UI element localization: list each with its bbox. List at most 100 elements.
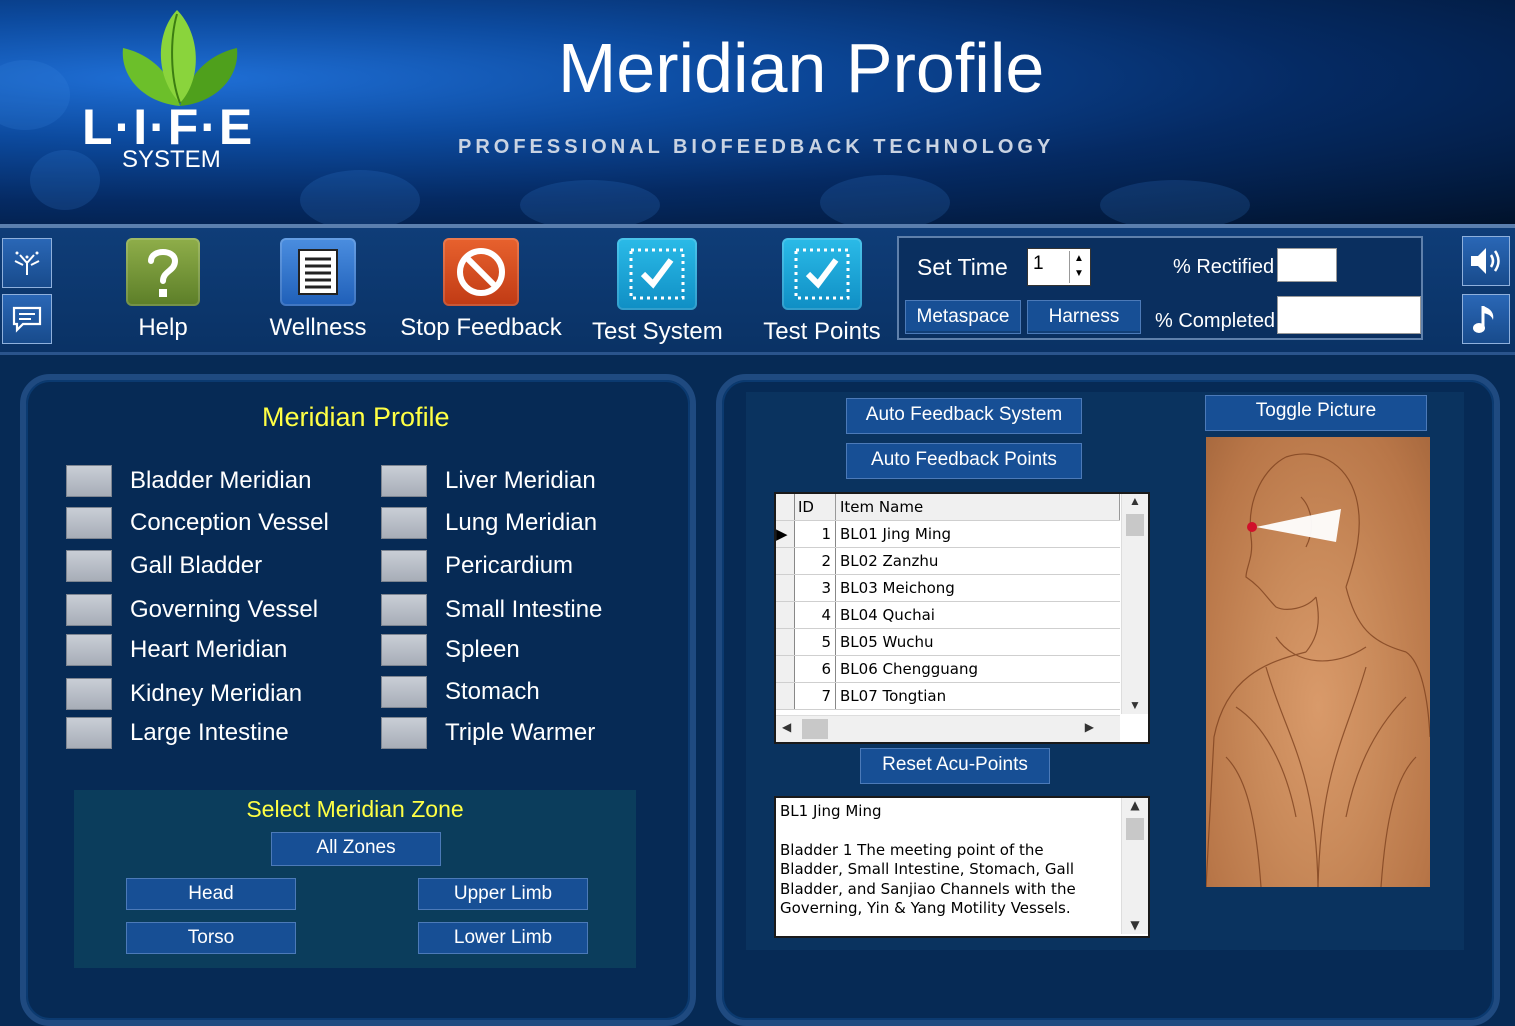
auto-feedback-system-button[interactable]: Auto Feedback System bbox=[846, 398, 1082, 434]
row-id: 5 bbox=[794, 628, 836, 656]
test-system-button[interactable]: Test System bbox=[592, 238, 723, 346]
sparkle-button[interactable] bbox=[2, 238, 52, 288]
meridian-checkbox[interactable] bbox=[66, 717, 112, 749]
meridian-checkbox-row[interactable]: Gall Bladder bbox=[66, 550, 262, 582]
page-title: Meridian Profile bbox=[558, 29, 1045, 107]
meridian-checkbox-row[interactable]: Lung Meridian bbox=[381, 507, 597, 539]
table-row[interactable]: 7 BL07 Tongtian bbox=[776, 682, 1120, 710]
meridian-checkbox[interactable] bbox=[66, 594, 112, 626]
meridian-checkbox[interactable] bbox=[66, 550, 112, 582]
lower-limb-zone-button[interactable]: Lower Limb bbox=[418, 922, 588, 954]
row-id: 3 bbox=[794, 574, 836, 602]
meridian-checkbox-row[interactable]: Governing Vessel bbox=[66, 594, 318, 626]
meridian-checkbox-row[interactable]: Conception Vessel bbox=[66, 507, 329, 539]
reset-acu-points-button[interactable]: Reset Acu-Points bbox=[860, 748, 1050, 784]
torso-zone-button[interactable]: Torso bbox=[126, 922, 296, 954]
sound-button[interactable] bbox=[1462, 236, 1510, 286]
meridian-checkbox-row[interactable]: Heart Meridian bbox=[66, 634, 287, 666]
meridian-checkbox[interactable] bbox=[66, 465, 112, 497]
meridian-label: Liver Meridian bbox=[445, 467, 596, 494]
meridian-checkbox-row[interactable]: Kidney Meridian bbox=[66, 678, 302, 710]
meridian-checkbox-row[interactable]: Bladder Meridian bbox=[66, 465, 311, 497]
table-row[interactable]: 6 BL06 Chengguang bbox=[776, 655, 1120, 683]
toolbar: Help Wellness Stop Feedback Test System … bbox=[0, 224, 1515, 355]
meridian-checkbox[interactable] bbox=[381, 465, 427, 497]
help-label: Help bbox=[138, 314, 188, 341]
set-time-stepper[interactable]: 1 ▲ ▼ bbox=[1027, 248, 1091, 286]
meridian-checkbox[interactable] bbox=[66, 634, 112, 666]
table-row[interactable]: 3 BL03 Meichong bbox=[776, 574, 1120, 602]
speech-bubble-icon bbox=[12, 306, 42, 333]
meridian-checkbox[interactable] bbox=[381, 550, 427, 582]
meridian-label: Small Intestine bbox=[445, 596, 603, 623]
scroll-left-icon[interactable]: ◀ bbox=[782, 720, 791, 734]
meridian-panel-title: Meridian Profile bbox=[262, 402, 450, 432]
scroll-down-icon[interactable]: ▼ bbox=[1122, 698, 1148, 712]
table-row[interactable]: 5 BL05 Wuchu bbox=[776, 628, 1120, 656]
meridian-checkbox[interactable] bbox=[381, 676, 427, 708]
row-id: 6 bbox=[794, 655, 836, 683]
head-zone-button[interactable]: Head bbox=[126, 878, 296, 910]
meridian-checkbox[interactable] bbox=[381, 507, 427, 539]
meridian-label: Kidney Meridian bbox=[130, 680, 303, 707]
scroll-thumb[interactable] bbox=[802, 719, 828, 739]
id-column-header: ID bbox=[794, 494, 836, 521]
description-scrollbar[interactable]: ▲ ▼ bbox=[1121, 798, 1148, 934]
meridian-checkbox-row[interactable]: Triple Warmer bbox=[381, 717, 595, 749]
scroll-down-icon[interactable]: ▼ bbox=[1122, 918, 1148, 932]
meridian-profile-panel: Meridian Profile Bladder Meridian Concep… bbox=[20, 374, 696, 1026]
auto-feedback-points-button[interactable]: Auto Feedback Points bbox=[846, 443, 1082, 479]
wellness-label: Wellness bbox=[269, 314, 367, 341]
table-row[interactable]: 2 BL02 Zanzhu bbox=[776, 547, 1120, 575]
meridian-zone-box: Select Meridian Zone All Zones Head Uppe… bbox=[74, 790, 636, 968]
message-button[interactable] bbox=[2, 294, 52, 344]
test-points-button[interactable]: Test Points bbox=[762, 238, 882, 346]
scroll-up-icon[interactable]: ▲ bbox=[1122, 494, 1148, 508]
scroll-thumb[interactable] bbox=[1126, 514, 1144, 536]
row-name: BL05 Wuchu bbox=[835, 628, 1120, 656]
grid-horizontal-scrollbar[interactable]: ◀ ▶ bbox=[776, 715, 1120, 742]
table-row[interactable]: ▶ 1 BL01 Jing Ming bbox=[776, 520, 1120, 548]
timer-panel: Set Time 1 ▲ ▼ % Rectified Metaspace Harn… bbox=[897, 236, 1423, 340]
meridian-checkbox[interactable] bbox=[381, 634, 427, 666]
wellness-button[interactable]: Wellness bbox=[268, 238, 368, 342]
meridian-checkbox[interactable] bbox=[66, 678, 112, 710]
scroll-thumb[interactable] bbox=[1126, 818, 1144, 840]
logo-leaves-icon bbox=[122, 10, 238, 106]
meridian-checkbox[interactable] bbox=[66, 507, 112, 539]
meridian-checkbox[interactable] bbox=[381, 594, 427, 626]
meridian-checkbox-row[interactable]: Spleen bbox=[381, 634, 520, 666]
harness-button[interactable]: Harness bbox=[1027, 300, 1141, 334]
meridian-checkbox-row[interactable]: Liver Meridian bbox=[381, 465, 596, 497]
zone-title: Select Meridian Zone bbox=[246, 796, 464, 822]
scroll-up-icon[interactable]: ▲ bbox=[1122, 798, 1148, 812]
acu-point-description[interactable]: BL1 Jing Ming Bladder 1 The meeting poin… bbox=[774, 796, 1150, 938]
music-note-icon bbox=[1473, 306, 1494, 333]
row-selector bbox=[776, 601, 795, 629]
row-selector-header bbox=[776, 494, 795, 521]
help-button[interactable]: Help bbox=[122, 238, 204, 342]
completed-label: % Completed bbox=[1155, 310, 1276, 332]
anatomy-illustration-icon bbox=[1206, 453, 1430, 887]
scroll-right-icon[interactable]: ▶ bbox=[1085, 720, 1094, 734]
stop-feedback-button[interactable]: Stop Feedback bbox=[398, 238, 564, 342]
test-points-label: Test Points bbox=[763, 318, 881, 345]
grid-vertical-scrollbar[interactable]: ▲ ▼ bbox=[1121, 494, 1148, 714]
meridian-checkbox-row[interactable]: Stomach bbox=[381, 676, 540, 708]
upper-limb-zone-button[interactable]: Upper Limb bbox=[418, 878, 588, 910]
row-name: BL02 Zanzhu bbox=[835, 547, 1120, 575]
stepper-arrows-icon[interactable]: ▲ ▼ bbox=[1069, 251, 1088, 283]
metaspace-button[interactable]: Metaspace bbox=[905, 300, 1021, 334]
rectified-label: % Rectified bbox=[1173, 256, 1275, 278]
meridian-checkbox[interactable] bbox=[381, 717, 427, 749]
music-button[interactable] bbox=[1462, 294, 1510, 344]
meridian-checkbox-row[interactable]: Pericardium bbox=[381, 550, 573, 582]
row-name: BL07 Tongtian bbox=[835, 682, 1120, 710]
table-row[interactable]: 4 BL04 Quchai bbox=[776, 601, 1120, 629]
all-zones-button[interactable]: All Zones bbox=[271, 832, 441, 866]
meridian-checkbox-row[interactable]: Large Intestine bbox=[66, 717, 289, 749]
acu-points-grid[interactable]: ID Item Name ▶ 1 BL01 Jing Ming 2 BL02 Zanz… bbox=[774, 492, 1150, 744]
meridian-label: Conception Vessel bbox=[130, 509, 329, 536]
meridian-checkbox-row[interactable]: Small Intestine bbox=[381, 594, 602, 626]
toggle-picture-button[interactable]: Toggle Picture bbox=[1205, 395, 1427, 431]
